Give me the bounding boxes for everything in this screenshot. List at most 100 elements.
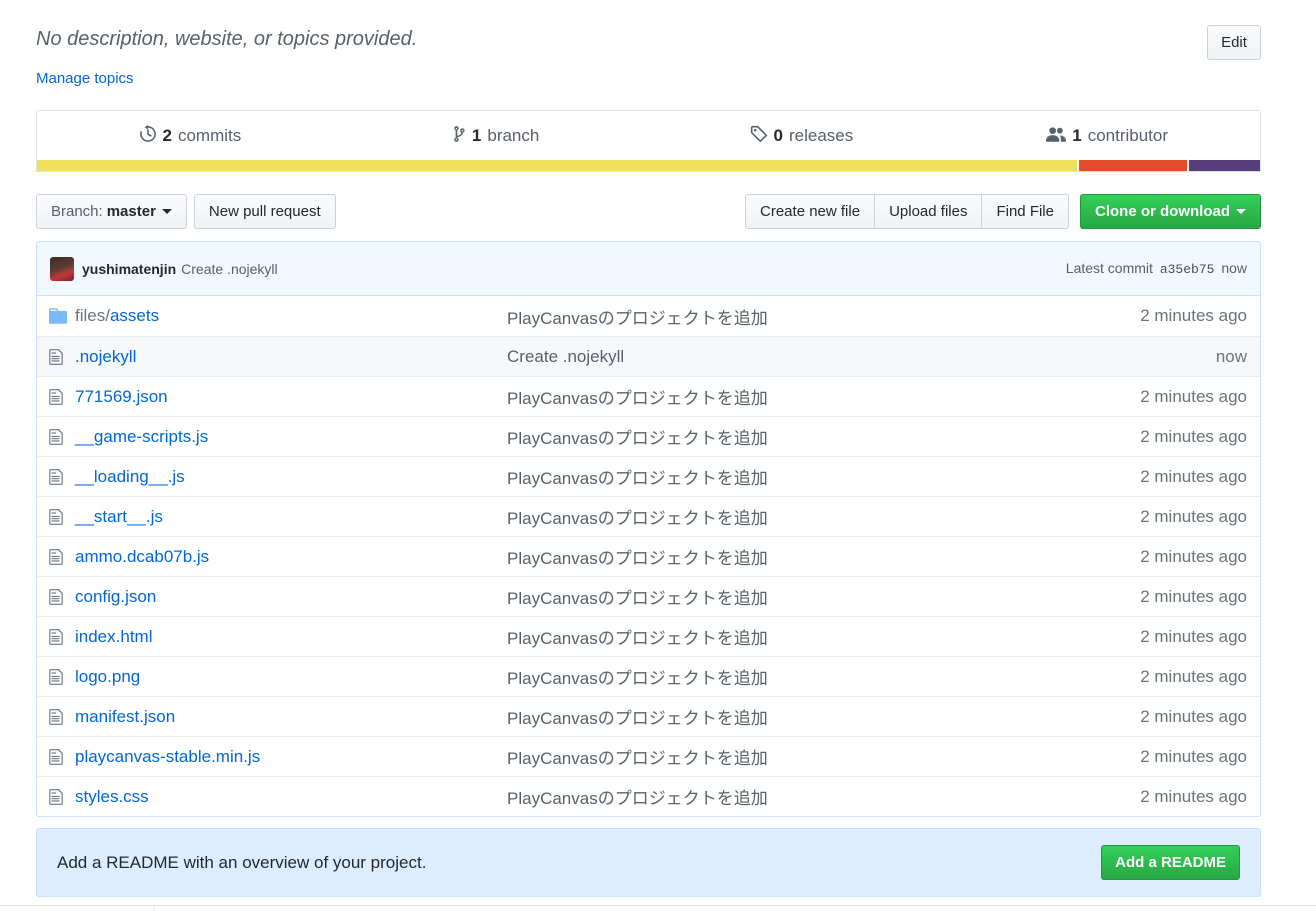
branch-select-value: master	[106, 203, 156, 220]
people-icon	[1046, 125, 1067, 148]
upload-files-button[interactable]: Upload files	[874, 194, 983, 229]
language-segment[interactable]	[1076, 160, 1187, 171]
file-row: __start__.js PlayCanvasのプロジェクトを追加 2 minute…	[37, 496, 1260, 536]
latest-commit-info: Latest commit a35eb75 now	[1066, 260, 1247, 277]
avatar[interactable]	[50, 256, 74, 281]
latest-commit-bar: yushimatenjin Create .nojekyll Latest co…	[37, 242, 1260, 296]
releases-count: 0	[773, 126, 783, 145]
create-new-file-button[interactable]: Create new file	[745, 194, 876, 229]
file-name-link[interactable]: ammo.dcab07b.js	[75, 547, 507, 567]
file-row: playcanvas-stable.min.js PlayCanvasのプロジェク…	[37, 736, 1260, 776]
file-commit-message-link[interactable]: PlayCanvasのプロジェクトを追加	[507, 624, 1140, 649]
file-icon	[49, 508, 75, 526]
commits-summary[interactable]: 2 commits	[37, 111, 343, 161]
file-name-link[interactable]: playcanvas-stable.min.js	[75, 747, 507, 767]
new-pull-request-button[interactable]: New pull request	[193, 194, 336, 229]
language-bar[interactable]	[37, 160, 1260, 171]
contributors-summary[interactable]: 1 contributor	[954, 111, 1260, 161]
file-name-link[interactable]: config.json	[75, 587, 507, 607]
language-segment[interactable]	[1186, 160, 1260, 171]
file-age: 2 minutes ago	[1140, 666, 1247, 686]
file-commit-message-link[interactable]: PlayCanvasのプロジェクトを追加	[507, 544, 1140, 569]
manage-topics-link[interactable]: Manage topics	[36, 70, 134, 87]
file-commit-message-link[interactable]: PlayCanvasのプロジェクトを追加	[507, 464, 1140, 489]
repo-summary: 2 commits 1 branch 0 releases 1 contribu…	[36, 110, 1261, 172]
file-age: 2 minutes ago	[1140, 306, 1247, 325]
file-name-link[interactable]: manifest.json	[75, 707, 507, 727]
releases-summary[interactable]: 0 releases	[649, 111, 955, 161]
file-name: __loading__.js	[75, 466, 185, 486]
file-age: 2 minutes ago	[1140, 506, 1247, 526]
file-age: 2 minutes ago	[1140, 546, 1247, 566]
file-list: yushimatenjin Create .nojekyll Latest co…	[36, 241, 1261, 817]
branches-count: 1	[471, 126, 482, 145]
file-commit-message-link[interactable]: PlayCanvasのプロジェクトを追加	[507, 584, 1140, 609]
readme-prompt-text: Add a README with an overview of your pr…	[57, 852, 427, 872]
commit-time: now	[1221, 260, 1247, 276]
file-row: manifest.json PlayCanvasのプロジェクトを追加 2 minut…	[37, 696, 1260, 736]
branch-select-label: Branch:	[51, 203, 103, 220]
file-row: files/assets PlayCanvasのプロジェクトを追加 2 minute…	[37, 296, 1260, 336]
branches-summary[interactable]: 1 branch	[343, 111, 649, 161]
file-name-link[interactable]: 771569.json	[75, 387, 507, 407]
file-name: ammo.dcab07b.js	[75, 546, 210, 566]
file-row: 771569.json PlayCanvasのプロジェクトを追加 2 minutes…	[37, 376, 1260, 416]
file-name-link[interactable]: .nojekyll	[75, 347, 507, 367]
caret-down-icon	[1236, 209, 1246, 214]
latest-commit-label: Latest commit	[1065, 260, 1153, 276]
clone-or-download-button[interactable]: Clone or download	[1080, 194, 1261, 229]
edit-button[interactable]: Edit	[1207, 25, 1261, 60]
commit-sha-link[interactable]: a35eb75	[1160, 262, 1215, 277]
releases-label: releases	[788, 126, 854, 145]
file-commit-message-link[interactable]: PlayCanvasのプロジェクトを追加	[507, 424, 1140, 449]
file-age: 2 minutes ago	[1140, 786, 1247, 806]
file-row: __loading__.js PlayCanvasのプロジェクトを追加 2 minu…	[37, 456, 1260, 496]
find-file-button[interactable]: Find File	[981, 194, 1069, 229]
file-name-link[interactable]: __start__.js	[75, 507, 507, 527]
file-name-link[interactable]: files/assets	[75, 306, 507, 326]
file-commit-message-link[interactable]: PlayCanvasのプロジェクトを追加	[507, 504, 1140, 529]
file-commit-message-link[interactable]: PlayCanvasのプロジェクトを追加	[507, 784, 1140, 809]
numbers-summary: 2 commits 1 branch 0 releases 1 contribu…	[37, 111, 1260, 161]
file-commit-message-link[interactable]: Create .nojekyll	[507, 347, 1216, 367]
clone-or-download-label: Clone or download	[1095, 203, 1230, 220]
file-actions-group: Create new file Upload files Find File	[745, 194, 1069, 229]
file-name-link[interactable]: __loading__.js	[75, 467, 507, 487]
history-icon	[139, 124, 157, 148]
file-icon	[49, 388, 75, 406]
file-commit-message-link[interactable]: PlayCanvasのプロジェクトを追加	[507, 664, 1140, 689]
contributors-label: contributor	[1087, 126, 1169, 145]
file-age: 2 minutes ago	[1140, 706, 1247, 726]
file-name-link[interactable]: index.html	[75, 627, 507, 647]
file-icon	[49, 628, 75, 646]
file-commit-message-link[interactable]: PlayCanvasのプロジェクトを追加	[507, 704, 1140, 729]
contributors-count: 1	[1072, 126, 1082, 145]
file-name-link[interactable]: __game-scripts.js	[75, 427, 507, 447]
file-row: config.json PlayCanvasのプロジェクトを追加 2 minutes…	[37, 576, 1260, 616]
file-name: config.json	[75, 586, 157, 606]
file-commit-message-link[interactable]: PlayCanvasのプロジェクトを追加	[507, 744, 1140, 769]
file-name-link[interactable]: logo.png	[75, 667, 507, 687]
file-age: now	[1215, 346, 1247, 366]
file-path-prefix: files/	[75, 306, 110, 325]
caret-down-icon	[161, 209, 172, 214]
file-row: ammo.dcab07b.js PlayCanvasのプロジェクトを追加 2 min…	[37, 536, 1260, 576]
file-icon	[49, 548, 75, 566]
file-icon	[49, 748, 75, 766]
file-icon	[49, 708, 75, 726]
file-name: .nojekyll	[75, 346, 137, 366]
file-age: 2 minutes ago	[1140, 746, 1247, 766]
file-commit-message-link[interactable]: PlayCanvasのプロジェクトを追加	[507, 384, 1140, 409]
commit-message-link[interactable]: Create .nojekyll	[181, 261, 278, 277]
file-row: styles.css PlayCanvasのプロジェクトを追加 2 minutes …	[37, 776, 1260, 816]
file-icon	[49, 788, 75, 806]
add-readme-button[interactable]: Add a README	[1101, 845, 1240, 880]
branch-select-button[interactable]: Branch: master	[36, 194, 187, 229]
file-commit-message-link[interactable]: PlayCanvasのプロジェクトを追加	[507, 304, 1140, 329]
page-bottom-divider	[0, 905, 1316, 911]
branch-icon	[452, 125, 466, 148]
commit-author-link[interactable]: yushimatenjin	[82, 261, 176, 277]
commits-label: commits	[177, 126, 242, 145]
language-segment[interactable]	[37, 160, 1077, 171]
file-name-link[interactable]: styles.css	[75, 787, 507, 807]
